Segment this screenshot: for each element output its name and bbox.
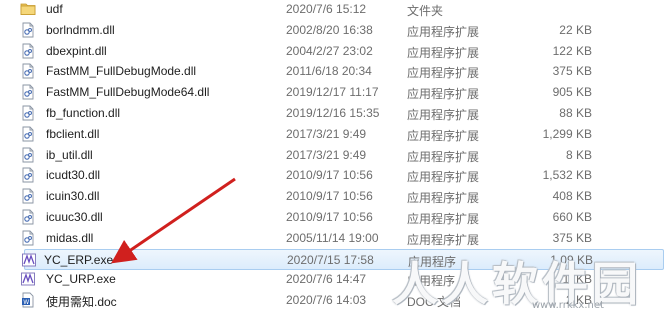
file-row[interactable]: borlndmm.dll 2002/8/20 16:38 应用程序扩展 22 KB xyxy=(0,20,670,41)
file-type: 应用程序 xyxy=(407,274,456,289)
file-date: 2004/2/27 23:02 xyxy=(286,43,373,58)
dll-icon xyxy=(20,209,36,225)
file-name: borlndmm.dll xyxy=(46,22,115,37)
file-size: 1,299 KB xyxy=(542,126,592,141)
file-size: 1,09 KB xyxy=(550,252,593,267)
dll-icon xyxy=(20,126,36,142)
file-size: 375 KB xyxy=(552,230,592,245)
file-row[interactable]: icudt30.dll 2010/9/17 10:56 应用程序扩展 1,532 KB xyxy=(0,165,670,186)
file-type: 应用程序扩展 xyxy=(407,232,480,247)
folder-icon xyxy=(20,1,36,17)
file-date: 2010/9/17 10:56 xyxy=(286,168,373,183)
file-name: YC_ERP.exe xyxy=(44,252,114,267)
file-name: fbclient.dll xyxy=(46,126,100,141)
file-size: 408 KB xyxy=(552,189,592,204)
file-type: 应用程序扩展 xyxy=(407,191,480,206)
file-date: 2020/7/6 14:47 xyxy=(286,272,367,287)
file-name: fb_function.dll xyxy=(46,106,121,120)
file-size: 8 KB xyxy=(565,147,592,162)
file-name: dbexpint.dll xyxy=(46,43,107,58)
file-type: 应用程序扩展 xyxy=(407,45,480,60)
file-type: 应用程序 xyxy=(408,254,457,269)
file-type: 应用程序扩展 xyxy=(407,66,480,81)
file-size: 905 KB xyxy=(552,85,592,100)
file-date: 2019/12/16 15:35 xyxy=(286,106,380,120)
file-row[interactable]: icuuc30.dll 2010/9/17 10:56 应用程序扩展 660 KB xyxy=(0,207,670,228)
file-date: 2010/9/17 10:56 xyxy=(286,189,373,204)
file-name: midas.dll xyxy=(46,230,94,245)
file-date: 2017/3/21 9:49 xyxy=(286,126,367,141)
file-size: 22 KB xyxy=(559,22,592,37)
dll-icon xyxy=(20,230,36,246)
file-name: FastMM_FullDebugMode64.dll xyxy=(46,85,210,100)
file-name: icudt30.dll xyxy=(46,168,101,183)
dll-icon xyxy=(20,167,36,183)
file-name: icuin30.dll xyxy=(46,189,100,204)
file-date: 2017/3/21 9:49 xyxy=(286,147,367,162)
file-size: 375 KB xyxy=(552,64,592,79)
file-row-selected[interactable]: YC_ERP.exe 2020/7/15 17:58 应用程序 1,09 KB xyxy=(21,248,664,270)
dll-icon xyxy=(20,63,36,79)
file-date: 2002/8/20 16:38 xyxy=(286,22,373,37)
file-date: 2020/7/15 17:58 xyxy=(287,252,374,267)
file-type: 应用程序扩展 xyxy=(407,212,480,226)
file-type: 应用程序扩展 xyxy=(407,128,480,143)
file-name: icuuc30.dll xyxy=(46,210,103,224)
file-type: 应用程序扩展 xyxy=(407,108,480,122)
file-date: 2010/9/17 10:56 xyxy=(286,210,373,224)
file-type: 文件夹 xyxy=(407,4,444,18)
file-list: udf 2020/7/6 15:12 文件夹 borlndmm.dll 2002/8/2… xyxy=(0,0,670,313)
file-type: 应用程序扩展 xyxy=(407,87,480,102)
file-name: udf xyxy=(46,2,63,16)
file-row[interactable]: W 使用需知.doc 2020/7/6 14:03 DOC 文档 2 KB xyxy=(0,290,670,311)
dll-icon xyxy=(20,188,36,204)
file-size: 122 KB xyxy=(552,43,592,58)
dll-icon xyxy=(20,147,36,163)
svg-text:W: W xyxy=(23,299,29,306)
file-row[interactable]: midas.dll 2005/11/14 19:00 应用程序扩展 375 KB xyxy=(0,228,670,249)
file-type: DOC 文档 xyxy=(407,295,462,310)
file-row[interactable]: ib_util.dll 2017/3/21 9:49 应用程序扩展 8 KB xyxy=(0,145,670,166)
file-date: 2019/12/17 11:17 xyxy=(286,85,379,100)
doc-icon: W xyxy=(20,292,36,308)
dll-icon xyxy=(20,22,36,38)
file-row[interactable]: udf 2020/7/6 15:12 文件夹 xyxy=(0,0,670,20)
file-date: 2020/7/6 15:12 xyxy=(286,2,367,16)
file-size: 660 KB xyxy=(552,210,592,224)
file-type: 应用程序扩展 xyxy=(407,24,480,39)
file-type: 应用程序扩展 xyxy=(407,170,480,185)
file-row[interactable]: FastMM_FullDebugMode.dll 2011/6/18 20:34 应… xyxy=(0,61,670,82)
file-date: 2011/6/18 20:34 xyxy=(286,64,372,79)
file-size: 1,532 KB xyxy=(542,168,592,183)
file-size: 2 KB xyxy=(565,293,592,308)
file-row[interactable]: fbclient.dll 2017/3/21 9:49 应用程序扩展 1,299 KB xyxy=(0,124,670,145)
dll-icon xyxy=(20,84,36,100)
file-size: 1, KB xyxy=(562,272,592,287)
file-name: YC_URP.exe xyxy=(46,272,116,287)
exe-icon xyxy=(21,252,37,268)
file-row[interactable]: fb_function.dll 2019/12/16 15:35 应用程序扩展 88 … xyxy=(0,103,670,124)
file-name: ib_util.dll xyxy=(46,147,93,162)
file-row[interactable]: dbexpint.dll 2004/2/27 23:02 应用程序扩展 122 KB xyxy=(0,41,670,62)
file-type: 应用程序扩展 xyxy=(407,149,480,164)
dll-icon xyxy=(20,43,36,59)
file-row[interactable]: icuin30.dll 2010/9/17 10:56 应用程序扩展 408 KB xyxy=(0,186,670,207)
file-date: 2005/11/14 19:00 xyxy=(286,230,379,245)
file-date: 2020/7/6 14:03 xyxy=(286,293,367,308)
file-name: 使用需知.doc xyxy=(46,295,117,310)
file-size: 88 KB xyxy=(559,106,592,120)
file-row[interactable]: YC_URP.exe 2020/7/6 14:47 应用程序 1, KB xyxy=(0,269,670,290)
file-name: FastMM_FullDebugMode.dll xyxy=(46,64,197,79)
file-row[interactable]: FastMM_FullDebugMode64.dll 2019/12/17 11:… xyxy=(0,82,670,103)
exe-icon xyxy=(20,271,36,287)
dll-icon xyxy=(20,105,36,121)
